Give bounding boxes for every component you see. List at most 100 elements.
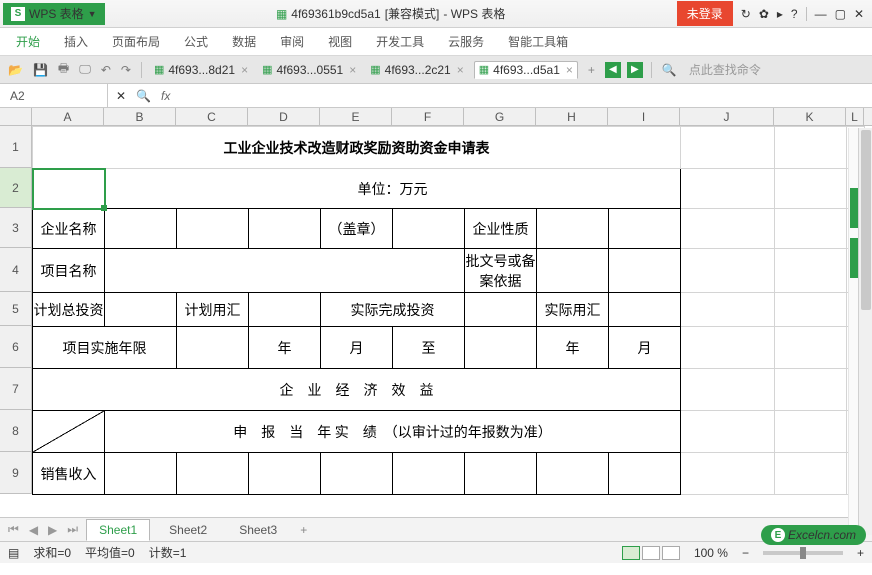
- help-icon[interactable]: ?: [791, 7, 798, 21]
- cell[interactable]: [775, 327, 847, 369]
- cells-area[interactable]: 工业企业技术改造财政奖励资助资金申请表 单位：万元 企业名称 （盖章） 企业性质: [32, 126, 865, 495]
- cell[interactable]: [177, 453, 249, 495]
- cell[interactable]: [775, 293, 847, 327]
- sheet-tab-2[interactable]: Sheet2: [156, 519, 220, 541]
- print-icon[interactable]: 🖶: [56, 59, 71, 80]
- row-2[interactable]: 2: [0, 168, 32, 208]
- name-box[interactable]: A2: [0, 84, 108, 107]
- row-1[interactable]: 1: [0, 126, 32, 168]
- cell[interactable]: [609, 453, 681, 495]
- menu-insert[interactable]: 插入: [54, 29, 98, 54]
- cell[interactable]: [681, 453, 775, 495]
- col-G[interactable]: G: [464, 108, 536, 125]
- cell[interactable]: [775, 127, 847, 169]
- cell-I6[interactable]: 月: [609, 327, 681, 369]
- sheet-next-icon[interactable]: ▶: [46, 523, 59, 537]
- sync-icon[interactable]: ↻: [741, 7, 751, 21]
- row-8[interactable]: 8: [0, 410, 32, 452]
- cell-G4[interactable]: 批文号或备案依据: [465, 249, 537, 293]
- cell[interactable]: [681, 249, 775, 293]
- search-input[interactable]: 点此查找命令: [689, 61, 761, 78]
- cell[interactable]: [177, 209, 249, 249]
- sheet-last-icon[interactable]: ⏭: [65, 522, 80, 537]
- confirm-formula-icon[interactable]: 🔍: [136, 89, 151, 103]
- new-tab-button[interactable]: +: [584, 63, 599, 77]
- search-icon[interactable]: 🔍: [660, 63, 679, 77]
- cell[interactable]: [681, 293, 775, 327]
- row-7[interactable]: 7: [0, 368, 32, 410]
- menu-review[interactable]: 审阅: [270, 29, 314, 54]
- cell[interactable]: [775, 249, 847, 293]
- cell[interactable]: [681, 369, 775, 411]
- cell[interactable]: [775, 411, 847, 453]
- cell[interactable]: [681, 327, 775, 369]
- zoom-slider[interactable]: [763, 551, 843, 555]
- col-B[interactable]: B: [104, 108, 176, 125]
- undo-icon[interactable]: ↶: [99, 63, 113, 77]
- zoom-in-button[interactable]: +: [857, 546, 864, 560]
- col-E[interactable]: E: [320, 108, 392, 125]
- cell-A9[interactable]: 销售收入: [33, 453, 105, 495]
- cell[interactable]: [105, 453, 177, 495]
- cell-A4[interactable]: 项目名称: [33, 249, 105, 293]
- menu-formula[interactable]: 公式: [174, 29, 218, 54]
- save-icon[interactable]: 💾: [31, 63, 50, 77]
- col-A[interactable]: A: [32, 108, 104, 125]
- cell[interactable]: [249, 209, 321, 249]
- close-icon[interactable]: ×: [566, 63, 573, 77]
- view-reading-button[interactable]: [662, 546, 680, 560]
- cell-E6[interactable]: 月: [321, 327, 393, 369]
- tab-next-button[interactable]: ▶: [627, 62, 643, 78]
- scrollbar-thumb[interactable]: [861, 130, 871, 310]
- sheet-tab-3[interactable]: Sheet3: [226, 519, 290, 541]
- cell[interactable]: [465, 327, 537, 369]
- cell[interactable]: [393, 453, 465, 495]
- minimize-icon[interactable]: —: [815, 7, 827, 21]
- side-tab-1[interactable]: [850, 188, 858, 228]
- login-button[interactable]: 未登录: [677, 1, 733, 26]
- row-4[interactable]: 4: [0, 248, 32, 292]
- preview-icon[interactable]: 🖵: [77, 62, 93, 77]
- cell-E5[interactable]: 实际完成投资: [321, 293, 465, 327]
- cell[interactable]: [393, 209, 465, 249]
- row-3[interactable]: 3: [0, 208, 32, 248]
- tab-prev-button[interactable]: ◀: [605, 62, 621, 78]
- cell[interactable]: [775, 453, 847, 495]
- doc-tab-2[interactable]: ▦4f693...0551×: [258, 61, 360, 79]
- cell[interactable]: [105, 293, 177, 327]
- redo-icon[interactable]: ↷: [119, 63, 133, 77]
- col-F[interactable]: F: [392, 108, 464, 125]
- select-all-corner[interactable]: [0, 108, 32, 125]
- sheet-first-icon[interactable]: ⏮: [6, 522, 21, 537]
- open-icon[interactable]: 📂: [6, 63, 25, 77]
- row-9[interactable]: 9: [0, 452, 32, 494]
- cell[interactable]: [681, 127, 775, 169]
- cell[interactable]: [537, 249, 609, 293]
- vertical-scrollbar[interactable]: [858, 128, 872, 535]
- col-C[interactable]: C: [176, 108, 248, 125]
- cell-F6[interactable]: 至: [393, 327, 465, 369]
- cancel-formula-icon[interactable]: ✕: [116, 89, 126, 103]
- cell[interactable]: [537, 453, 609, 495]
- row-6[interactable]: 6: [0, 326, 32, 368]
- spreadsheet-grid[interactable]: A B C D E F G H I J K L 1 2 3 4 5 6 7 8 …: [0, 108, 872, 517]
- cell-H6[interactable]: 年: [537, 327, 609, 369]
- cell[interactable]: [537, 209, 609, 249]
- col-J[interactable]: J: [680, 108, 774, 125]
- cell-B8[interactable]: 申 报 当 年 实 绩 （以审计过的年报数为准）: [105, 411, 681, 453]
- cell[interactable]: [177, 327, 249, 369]
- menu-pagelayout[interactable]: 页面布局: [102, 29, 170, 54]
- cell-A8[interactable]: [33, 411, 105, 453]
- zoom-out-button[interactable]: −: [742, 546, 749, 560]
- menu-view[interactable]: 视图: [318, 29, 362, 54]
- cell-A2[interactable]: [33, 169, 105, 209]
- menu-smarttools[interactable]: 智能工具箱: [498, 29, 578, 54]
- menu-devtools[interactable]: 开发工具: [366, 29, 434, 54]
- add-sheet-button[interactable]: +: [296, 523, 311, 537]
- cell[interactable]: [681, 169, 775, 209]
- cell[interactable]: [321, 453, 393, 495]
- cell-E3[interactable]: （盖章）: [321, 209, 393, 249]
- col-I[interactable]: I: [608, 108, 680, 125]
- cell-title[interactable]: 工业企业技术改造财政奖励资助资金申请表: [33, 127, 681, 169]
- col-D[interactable]: D: [248, 108, 320, 125]
